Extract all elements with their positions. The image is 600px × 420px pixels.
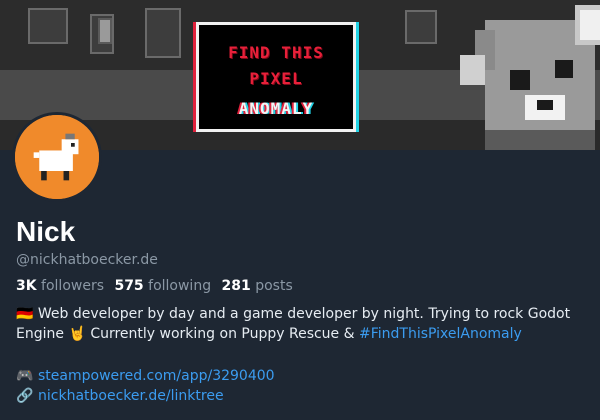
bio-text-2: Currently working on Puppy Rescue & [90,326,355,342]
followers-label: followers [41,278,104,294]
pixel-lamp [98,18,112,44]
followers-count: 3K [16,278,37,294]
game-title-sign: FIND THIS PIXEL ANOMALY [196,22,356,132]
rock-hand-icon: 🤘 [68,326,86,342]
gamepad-icon: 🎮 [16,368,34,384]
pixel-door [145,8,181,58]
followers-link[interactable]: 3K followers [16,278,104,294]
german-flag-icon: 🇩🇪 [16,306,34,322]
steam-link[interactable]: steampowered.com/app/3290400 [38,366,275,386]
pixel-window [405,10,437,44]
chain-link-icon: 🔗 [16,388,34,404]
hashtag-link[interactable]: #FindThisPixelAnomaly [359,326,522,342]
posts-stat: 281 posts [222,278,293,294]
following-link[interactable]: 575 following [114,278,211,294]
sign-title-line-1: FIND THIS [228,43,324,62]
sign-title-line-3: ANOMALY [238,99,314,118]
profile-stats: 3K followers 575 following 281 posts [16,278,299,294]
sign-title-line-2: PIXEL [249,69,303,88]
pixel-dog-icon [460,5,600,150]
avatar[interactable] [12,112,102,202]
linktree-link-row: 🔗 nickhatboecker.de/linktree [16,386,275,406]
following-count: 575 [114,278,144,294]
pixel-picture-frame [28,8,68,44]
steam-link-row: 🎮 steampowered.com/app/3290400 [16,366,275,386]
display-name: Nick [16,216,76,247]
following-label: following [148,278,212,294]
posts-label: posts [255,278,293,294]
user-handle: @nickhatboecker.de [16,252,158,268]
linktree-link[interactable]: nickhatboecker.de/linktree [38,386,224,406]
pixel-goat-avatar-icon [15,115,99,199]
profile-bio: 🇩🇪 Web developer by day and a game devel… [16,304,586,344]
profile-links: 🎮 steampowered.com/app/3290400 🔗 nickhat… [16,366,275,406]
posts-count: 281 [221,278,251,294]
